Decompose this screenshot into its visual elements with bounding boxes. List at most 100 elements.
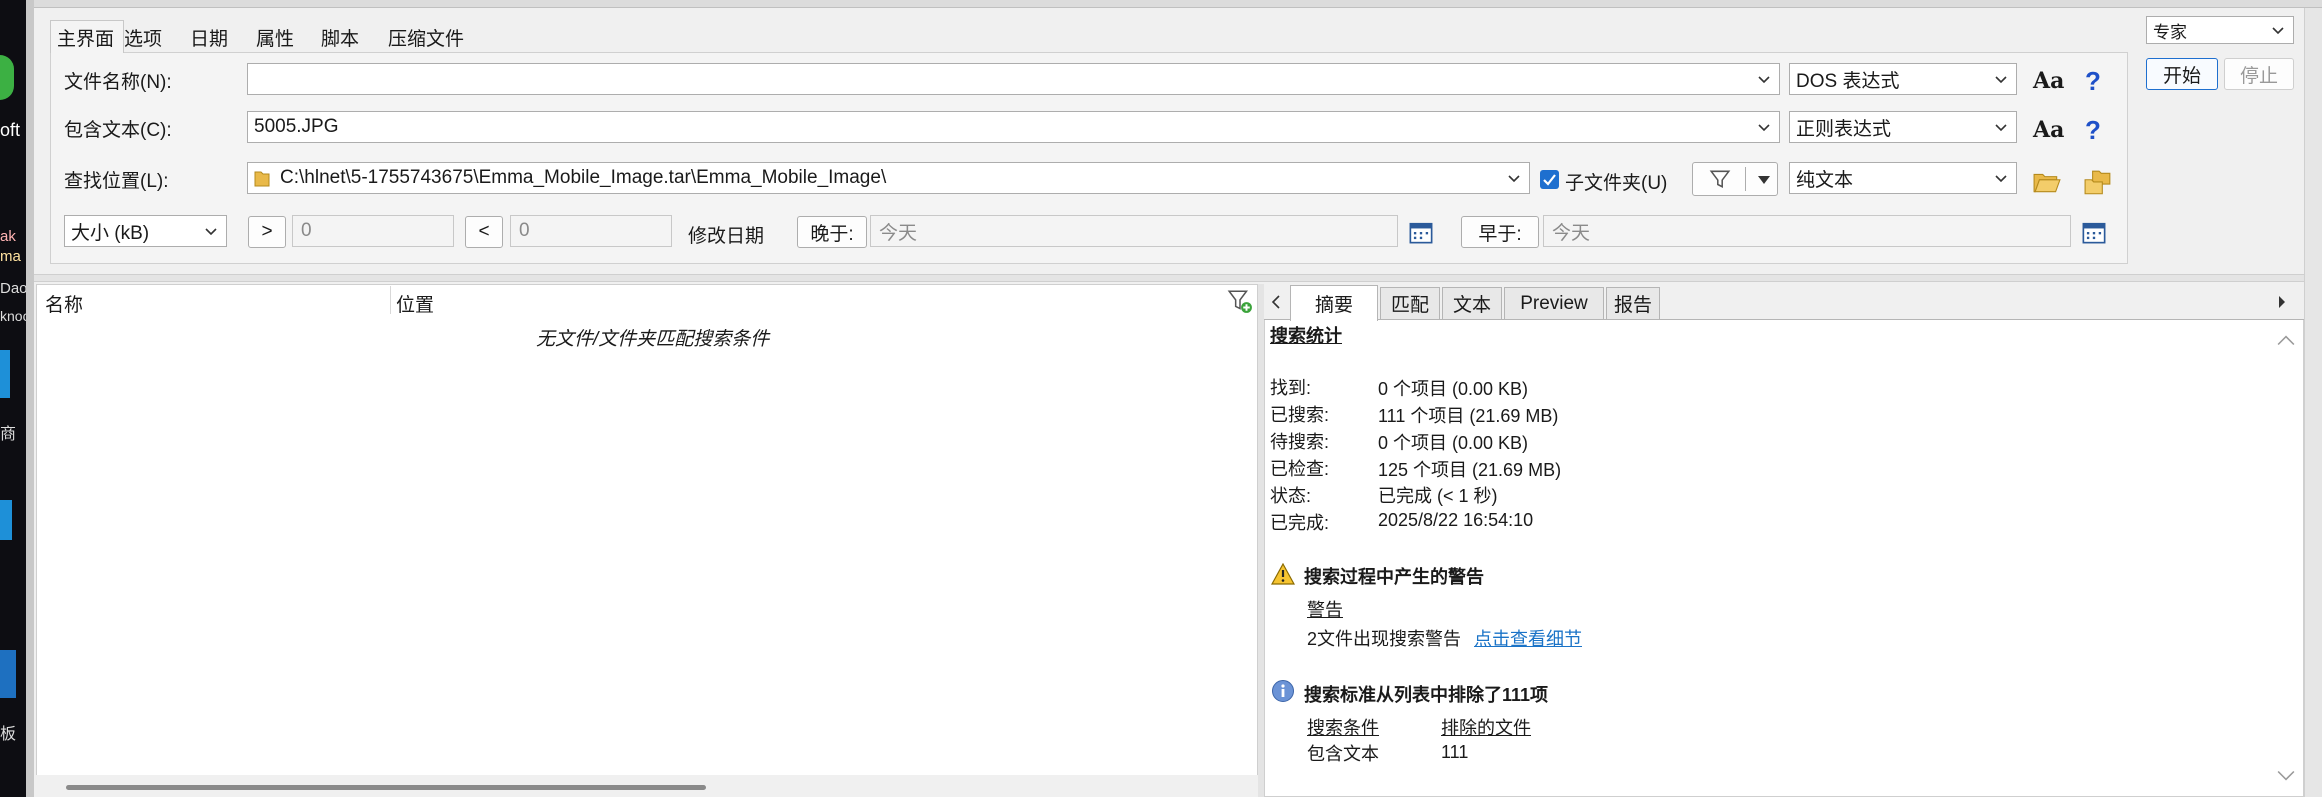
stop-button-label: 停止 bbox=[2239, 65, 2278, 87]
after-button[interactable]: 晚于: bbox=[797, 216, 867, 248]
column-header-location[interactable]: 位置 bbox=[396, 290, 434, 317]
empty-results-message: 无文件/文件夹匹配搜索条件 bbox=[536, 329, 770, 350]
info-title: 搜索标准从列表中排除了111项 bbox=[1304, 685, 1549, 705]
tab-matches[interactable]: 匹配 bbox=[1380, 287, 1440, 320]
bg-text: Dao bbox=[0, 280, 28, 297]
right-window-edge bbox=[2304, 8, 2322, 797]
location-input[interactable]: C:\hlnet\5-1755743675\Emma_Mobile_Image.… bbox=[247, 162, 1530, 194]
summary-title: 搜索统计 bbox=[1270, 326, 1342, 346]
contains-text-label: 包含文本(C): bbox=[64, 120, 172, 141]
filename-label: 文件名称(N): bbox=[64, 72, 172, 93]
before-date-input[interactable]: 今天 bbox=[1543, 215, 2071, 247]
bg-text: 板 bbox=[0, 726, 17, 743]
background-window-strip: oft ak ma Dao knoc 商 板 bbox=[0, 0, 34, 797]
scroll-down-icon[interactable] bbox=[2277, 770, 2295, 782]
calendar-icon[interactable] bbox=[2081, 219, 2107, 245]
criteria-excluded-count: 111 bbox=[1441, 742, 1469, 762]
folder-browse-icon[interactable] bbox=[2084, 170, 2112, 196]
mode-select-value: 专家 bbox=[2153, 22, 2187, 42]
folder-icon bbox=[254, 171, 270, 187]
before-button[interactable]: 早于: bbox=[1461, 216, 1539, 248]
modified-date-label: 修改日期 bbox=[688, 226, 765, 247]
chevron-down-icon bbox=[1995, 175, 2007, 183]
start-button-label: 开始 bbox=[2162, 65, 2201, 87]
chevron-down-icon bbox=[1508, 175, 1520, 183]
tab-main[interactable]: 主界面 bbox=[57, 22, 114, 52]
tab-text[interactable]: 文本 bbox=[1442, 287, 1502, 320]
filename-syntax-select[interactable]: DOS 表达式 bbox=[1789, 63, 2017, 95]
case-sensitive-icon[interactable]: Aa bbox=[2033, 117, 2064, 143]
criteria-name: 包含文本 bbox=[1307, 744, 1379, 764]
subfolders-label: 子文件夹(U) bbox=[1565, 173, 1668, 194]
subfolders-checkbox[interactable] bbox=[1540, 170, 1559, 189]
greater-than-button[interactable]: > bbox=[248, 216, 286, 248]
horizontal-splitter[interactable] bbox=[34, 274, 2304, 282]
scroll-up-icon[interactable] bbox=[2277, 334, 2295, 346]
bg-text: 商 bbox=[0, 426, 17, 443]
filter-icon bbox=[1709, 170, 1731, 188]
text-type-value: 纯文本 bbox=[1796, 169, 1854, 191]
bg-text: oft bbox=[0, 120, 21, 140]
contains-text-input[interactable]: 5005.JPG bbox=[247, 111, 1780, 143]
calendar-icon[interactable] bbox=[1408, 219, 1434, 245]
scrollbar-thumb[interactable] bbox=[66, 785, 706, 790]
stat-value: 2025/8/22 16:54:10 bbox=[1378, 510, 1534, 530]
warning-subheading: 警告 bbox=[1307, 600, 1343, 620]
column-header-name[interactable]: 名称 bbox=[45, 290, 83, 317]
tab-options[interactable]: 选项 bbox=[124, 22, 162, 52]
stat-value: 125 个项目 (21.69 MB) bbox=[1378, 460, 1562, 480]
less-than-button[interactable]: < bbox=[465, 216, 503, 248]
warning-icon bbox=[1271, 563, 1295, 585]
filter-add-icon[interactable] bbox=[1227, 288, 1253, 314]
open-folder-icon[interactable] bbox=[2033, 170, 2061, 194]
stat-label: 已检查: bbox=[1270, 459, 1330, 479]
tab-preview[interactable]: Preview bbox=[1504, 287, 1604, 320]
help-icon[interactable]: ? bbox=[2085, 115, 2101, 146]
warning-title: 搜索过程中产生的警告 bbox=[1304, 567, 1484, 587]
chevron-down-icon bbox=[205, 228, 217, 236]
contains-text-value: 5005.JPG bbox=[254, 116, 339, 137]
tab-attributes[interactable]: 属性 bbox=[256, 22, 294, 52]
bg-text: ma bbox=[0, 248, 21, 265]
view-details-link[interactable]: 点击查看细节 bbox=[1474, 625, 1582, 651]
location-label: 查找位置(L): bbox=[64, 171, 169, 192]
filename-input[interactable] bbox=[247, 63, 1780, 95]
stat-value: 111 个项目 (21.69 MB) bbox=[1378, 406, 1559, 426]
stop-button[interactable]: 停止 bbox=[2224, 58, 2294, 90]
stat-value: 0 个项目 (0.00 KB) bbox=[1378, 433, 1529, 453]
help-icon[interactable]: ? bbox=[2085, 66, 2101, 97]
warning-text: 2文件出现搜索警告 bbox=[1307, 629, 1462, 649]
size-select[interactable]: 大小 (kB) bbox=[64, 215, 227, 247]
tab-script[interactable]: 脚本 bbox=[321, 22, 359, 52]
after-date-input[interactable]: 今天 bbox=[870, 215, 1398, 247]
tab-summary[interactable]: 摘要 bbox=[1290, 285, 1378, 321]
tab-scroll-left-icon[interactable] bbox=[1270, 294, 1282, 310]
excluded-column-header: 排除的文件 bbox=[1441, 718, 1531, 738]
tab-report[interactable]: 报告 bbox=[1606, 287, 1660, 320]
column-divider[interactable] bbox=[390, 286, 391, 314]
filename-syntax-value: DOS 表达式 bbox=[1796, 70, 1900, 92]
contains-syntax-select[interactable]: 正则表达式 bbox=[1789, 111, 2017, 143]
chevron-down-icon bbox=[2272, 27, 2284, 35]
chevron-down-icon bbox=[1995, 124, 2007, 132]
tab-date[interactable]: 日期 bbox=[190, 22, 228, 52]
size-max-input[interactable]: 0 bbox=[510, 215, 672, 247]
chevron-down-icon bbox=[1758, 76, 1770, 84]
criteria-column-header: 搜索条件 bbox=[1307, 718, 1379, 738]
chevron-down-icon bbox=[1758, 124, 1770, 132]
tab-scroll-right-icon[interactable] bbox=[2276, 294, 2288, 310]
filter-button[interactable] bbox=[1692, 162, 1778, 196]
stat-label: 状态: bbox=[1270, 486, 1312, 506]
contains-syntax-value: 正则表达式 bbox=[1796, 118, 1892, 140]
mode-select[interactable]: 专家 bbox=[2146, 16, 2294, 44]
stat-value: 已完成 (< 1 秒) bbox=[1378, 486, 1498, 506]
start-button[interactable]: 开始 bbox=[2146, 58, 2218, 90]
results-list[interactable] bbox=[36, 284, 1258, 797]
stat-value: 0 个项目 (0.00 KB) bbox=[1378, 379, 1529, 399]
window-top-edge bbox=[34, 0, 2322, 8]
tab-archive[interactable]: 压缩文件 bbox=[388, 22, 464, 52]
bg-text: ak bbox=[0, 228, 16, 245]
case-sensitive-icon[interactable]: Aa bbox=[2033, 68, 2064, 94]
size-min-input[interactable]: 0 bbox=[292, 215, 454, 247]
text-type-select[interactable]: 纯文本 bbox=[1789, 162, 2017, 194]
